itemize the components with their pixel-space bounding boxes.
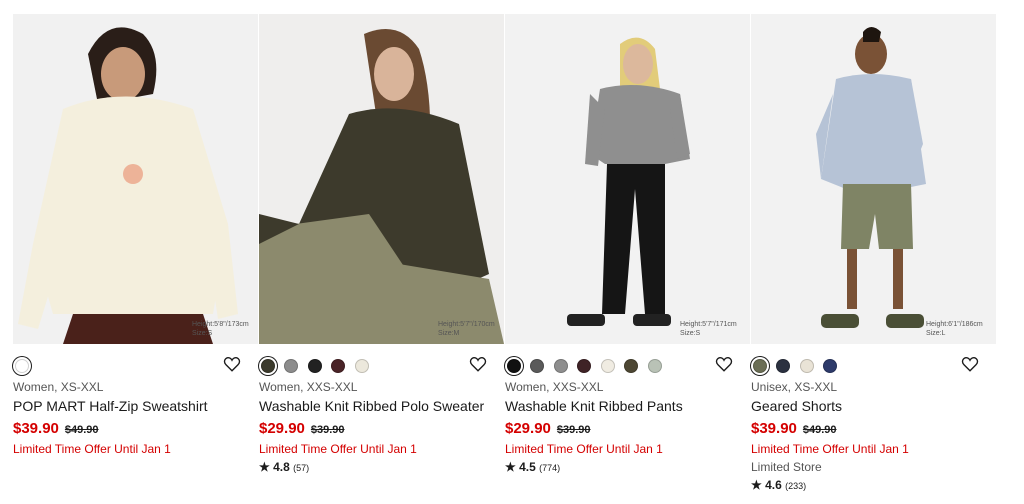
product-image[interactable]: Height:6'1"/186cm Size:L (751, 14, 996, 344)
model-illustration (13, 14, 258, 344)
promo-text: Limited Time Offer Until Jan 1 (505, 442, 663, 456)
model-height-info: Height:5'7"/171cm Size:S (680, 321, 737, 337)
product-image[interactable]: Height:5'7"/170cm Size:M (259, 14, 504, 344)
rating: ★ 4.8 (57) (259, 459, 505, 476)
store-availability: Limited Store (751, 460, 822, 474)
sale-price: $29.90 (505, 420, 551, 437)
original-price: $49.90 (802, 424, 837, 436)
model-illustration (259, 14, 504, 344)
price-row: $39.90 $49.90 (751, 420, 997, 439)
product-grid: Height:5'8"/173cm Size:S Women, XS-XXL P… (0, 0, 1024, 504)
product-name[interactable]: Geared Shorts (751, 397, 981, 416)
color-swatch[interactable] (507, 358, 521, 373)
color-swatch[interactable] (530, 358, 545, 373)
star-icon: ★ (505, 460, 516, 474)
color-swatch[interactable] (799, 358, 814, 373)
rating-count: (57) (293, 463, 310, 473)
product-card[interactable]: Height:5'7"/171cm Size:S Women, XXS-XXL … (505, 0, 751, 504)
product-name[interactable]: Washable Knit Ribbed Pants (505, 397, 735, 416)
rating-value: 4.6 (765, 478, 782, 492)
color-swatch[interactable] (307, 358, 322, 373)
price-row: $29.90 $39.90 (259, 420, 505, 439)
color-swatches (259, 354, 505, 374)
sale-price: $39.90 (751, 420, 797, 437)
color-swatch[interactable] (776, 358, 791, 373)
rating-count: (774) (539, 463, 561, 473)
rating-count: (233) (785, 481, 807, 491)
original-price: $39.90 (556, 424, 591, 436)
promo-text: Limited Time Offer Until Jan 1 (13, 442, 171, 456)
color-swatch[interactable] (354, 358, 369, 373)
product-card[interactable]: Height:6'1"/186cm Size:L Unisex, XS-XXL … (751, 0, 997, 504)
color-swatch[interactable] (823, 358, 838, 373)
product-image[interactable]: Height:5'8"/173cm Size:S (13, 14, 258, 344)
promo-text: Limited Time Offer Until Jan 1 (259, 442, 417, 456)
star-icon: ★ (259, 460, 270, 474)
color-swatches (751, 354, 997, 374)
rating-value: 4.8 (273, 460, 290, 474)
product-name[interactable]: Washable Knit Ribbed Polo Sweater (259, 397, 489, 416)
star-icon: ★ (751, 478, 762, 492)
heart-outline-icon[interactable] (961, 355, 979, 373)
color-swatch[interactable] (15, 358, 29, 373)
model-height-info: Height:5'7"/170cm Size:M (438, 321, 495, 337)
color-swatch[interactable] (284, 358, 299, 373)
color-swatch[interactable] (624, 358, 639, 373)
promo-text: Limited Time Offer Until Jan 1 (751, 442, 909, 456)
sale-price: $39.90 (13, 420, 59, 437)
rating: ★ 4.5 (774) (505, 459, 751, 476)
rating: ★ 4.6 (233) (751, 477, 997, 494)
model-height-info: Height:6'1"/186cm Size:L (926, 321, 983, 337)
color-swatch[interactable] (577, 358, 592, 373)
product-meta: Women, XXS-XXL (505, 380, 604, 394)
color-swatch[interactable] (600, 358, 615, 373)
price-row: $29.90 $39.90 (505, 420, 751, 439)
color-swatch[interactable] (753, 358, 767, 373)
product-meta: Women, XS-XXL (13, 380, 104, 394)
product-image[interactable]: Height:5'7"/171cm Size:S (505, 14, 750, 344)
color-swatch[interactable] (647, 358, 662, 373)
color-swatches (505, 354, 751, 374)
heart-outline-icon[interactable] (715, 355, 733, 373)
original-price: $49.90 (64, 424, 99, 436)
product-card[interactable]: Height:5'8"/173cm Size:S Women, XS-XXL P… (13, 0, 259, 504)
product-meta: Women, XXS-XXL (259, 380, 358, 394)
model-height-info: Height:5'8"/173cm Size:S (192, 321, 249, 337)
color-swatch[interactable] (261, 358, 275, 373)
model-illustration (751, 14, 996, 344)
rating-value: 4.5 (519, 460, 536, 474)
price-row: $39.90 $49.90 (13, 420, 259, 439)
model-illustration (505, 14, 750, 344)
color-swatches (13, 354, 259, 374)
product-meta: Unisex, XS-XXL (751, 380, 838, 394)
color-swatch[interactable] (331, 358, 346, 373)
heart-outline-icon[interactable] (469, 355, 487, 373)
product-card[interactable]: Height:5'7"/170cm Size:M Women, XXS-XXL … (259, 0, 505, 504)
product-name[interactable]: POP MART Half-Zip Sweatshirt (13, 397, 243, 416)
heart-outline-icon[interactable] (223, 355, 241, 373)
color-swatch[interactable] (553, 358, 568, 373)
sale-price: $29.90 (259, 420, 305, 437)
original-price: $39.90 (310, 424, 345, 436)
